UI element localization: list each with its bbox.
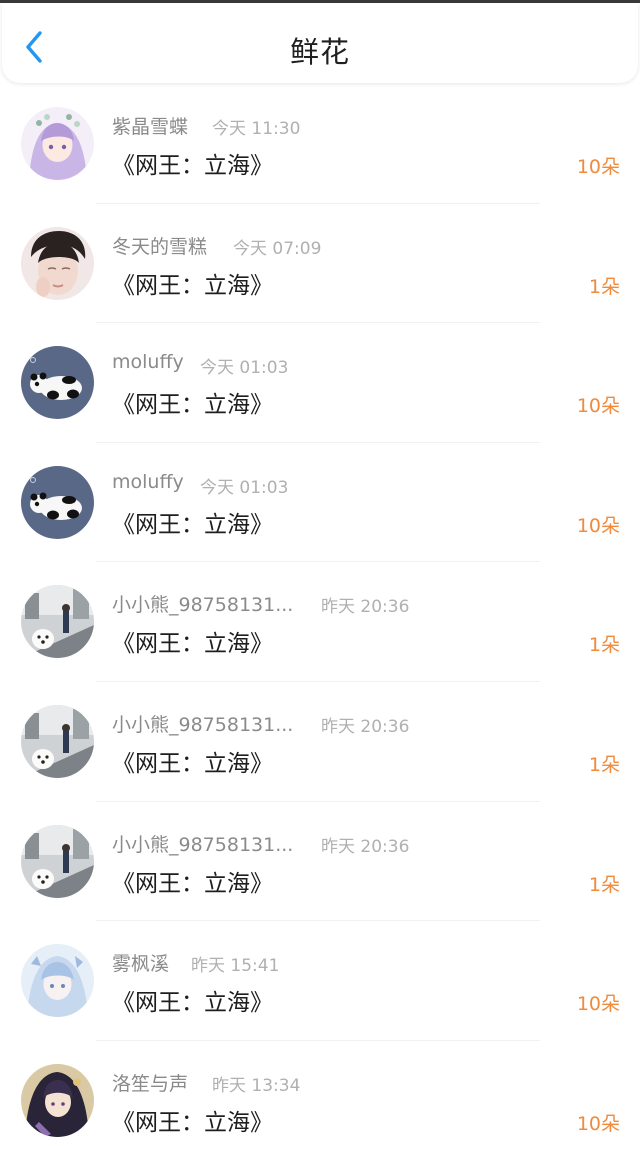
user-name[interactable]: 小小熊_98758131... (112, 830, 293, 857)
user-name[interactable]: moluffy (112, 471, 184, 493)
list-item[interactable]: 雾枫溪 昨天 15:41 《网王：立海》 10朵 (0, 921, 640, 1041)
avatar[interactable] (21, 226, 94, 300)
book-title[interactable]: 《网王：立海》 (112, 1103, 273, 1137)
book-title[interactable]: 《网王：立海》 (112, 266, 273, 300)
user-name[interactable]: 洛笙与声 (112, 1069, 188, 1096)
user-name[interactable]: 小小熊_98758131... (112, 710, 293, 737)
book-title[interactable]: 《网王：立海》 (112, 146, 273, 180)
timestamp: 昨天 15:41 (191, 956, 280, 977)
list-item[interactable]: 洛笙与声 昨天 13:34 《网王：立海》 10朵 (0, 1041, 640, 1150)
list-item[interactable]: moluffy 今天 01:03 《网王：立海》 10朵 (0, 443, 640, 563)
flower-count: 1朵 (588, 634, 620, 657)
flower-count: 10朵 (576, 1112, 620, 1135)
timestamp: 昨天 20:36 (321, 716, 410, 737)
user-name[interactable]: 冬天的雪糕 (112, 232, 207, 259)
flower-count: 1朵 (588, 873, 620, 896)
user-name[interactable]: moluffy (112, 351, 184, 373)
flower-count: 10朵 (576, 514, 620, 537)
flower-list[interactable]: 紫晶雪蝶 今天 11:30 《网王：立海》 10朵 冬天的雪糕 今天 07:09… (0, 84, 640, 1150)
avatar[interactable] (21, 824, 94, 898)
avatar[interactable] (21, 1063, 94, 1137)
avatar[interactable] (21, 346, 94, 420)
book-title[interactable]: 《网王：立海》 (112, 983, 273, 1017)
book-title[interactable]: 《网王：立海》 (112, 624, 273, 658)
list-item[interactable]: 紫晶雪蝶 今天 11:30 《网王：立海》 10朵 (0, 84, 640, 204)
page-title: 鲜花 (289, 35, 350, 69)
list-item[interactable]: 冬天的雪糕 今天 07:09 《网王：立海》 1朵 (0, 204, 640, 324)
book-title[interactable]: 《网王：立海》 (112, 505, 273, 539)
flower-count: 1朵 (588, 753, 620, 776)
flower-count: 10朵 (576, 395, 620, 418)
app-header: 鲜花 (2, 3, 638, 83)
timestamp: 今天 01:03 (200, 358, 289, 379)
timestamp: 今天 11:30 (212, 119, 301, 139)
user-name[interactable]: 小小熊_98758131... (112, 590, 293, 617)
avatar[interactable] (21, 585, 94, 659)
flower-count: 1朵 (588, 275, 620, 298)
list-item[interactable]: 小小熊_98758131... 昨天 20:36 《网王：立海》 1朵 (0, 802, 640, 922)
timestamp: 今天 07:09 (233, 238, 322, 259)
flower-count: 10朵 (576, 993, 620, 1016)
timestamp: 昨天 20:36 (321, 836, 410, 857)
avatar[interactable] (21, 704, 94, 778)
list-item[interactable]: 小小熊_98758131... 昨天 20:36 《网王：立海》 1朵 (0, 682, 640, 802)
avatar[interactable] (21, 465, 94, 539)
avatar[interactable] (21, 107, 94, 180)
timestamp: 今天 01:03 (200, 477, 289, 498)
list-item[interactable]: 小小熊_98758131... 昨天 20:36 《网王：立海》 1朵 (0, 562, 640, 682)
flower-count: 10朵 (576, 156, 620, 178)
book-title[interactable]: 《网王：立海》 (112, 744, 273, 778)
list-item[interactable]: moluffy 今天 01:03 《网王：立海》 10朵 (0, 323, 640, 443)
book-title[interactable]: 《网王：立海》 (112, 385, 273, 419)
user-name[interactable]: 紫晶雪蝶 (112, 112, 188, 139)
user-name[interactable]: 雾枫溪 (112, 949, 169, 976)
avatar[interactable] (21, 944, 94, 1018)
book-title[interactable]: 《网王：立海》 (112, 864, 273, 898)
timestamp: 昨天 13:34 (212, 1075, 301, 1096)
timestamp: 昨天 20:36 (321, 597, 410, 618)
